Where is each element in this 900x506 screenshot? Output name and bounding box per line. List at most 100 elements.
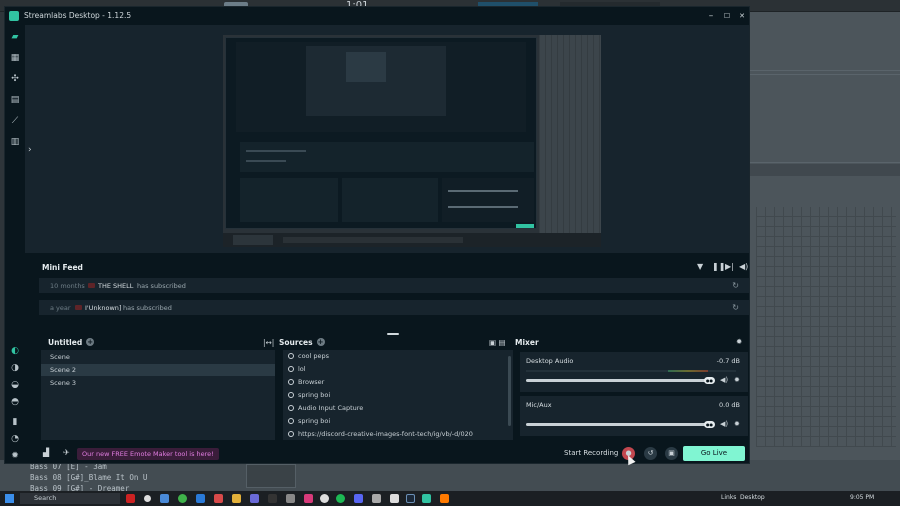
source-item[interactable]: Browser: [283, 376, 507, 389]
app-icon[interactable]: [440, 494, 449, 503]
app-icon[interactable]: [196, 494, 205, 503]
app-icon[interactable]: [160, 494, 169, 503]
minimize-button[interactable]: –: [704, 10, 718, 22]
feed-item: a year I'Unknown] has subscribed ↻: [39, 300, 749, 315]
gear-icon[interactable]: ✹: [734, 376, 740, 384]
performance-icon[interactable]: ▟: [43, 448, 49, 457]
steam-icon[interactable]: [406, 494, 415, 503]
volume-slider-knob[interactable]: ●●: [704, 377, 715, 384]
links-toolbar[interactable]: Links: [721, 494, 736, 501]
add-source-icon[interactable]: +: [316, 338, 325, 346]
editor-icon[interactable]: ▰: [9, 31, 21, 43]
go-live-button[interactable]: Go Live: [683, 446, 745, 461]
app-icon[interactable]: [126, 494, 135, 503]
task-view-icon[interactable]: [144, 495, 151, 502]
mixer-title: Mixer: [515, 338, 539, 347]
highlight-icon[interactable]: ◑: [9, 362, 21, 374]
footer-bar: ▟ ✈ Our new FREE Emote Maker tool is her…: [25, 443, 749, 463]
app-icon[interactable]: [286, 494, 295, 503]
scene-item[interactable]: Scene 3: [41, 377, 275, 389]
discord-icon[interactable]: [354, 494, 363, 503]
source-item[interactable]: spring boi: [283, 389, 507, 402]
source-item[interactable]: cool peps: [283, 350, 507, 363]
volume-slider-knob[interactable]: ●●: [704, 421, 715, 428]
studio-mode-icon[interactable]: ▮: [9, 416, 21, 428]
add-scene-icon[interactable]: +: [86, 338, 95, 346]
source-item[interactable]: Audio Input Capture: [283, 402, 507, 415]
cloud-icon[interactable]: ◒: [9, 379, 21, 391]
clock[interactable]: 9:05 PM: [850, 494, 874, 501]
gear-icon[interactable]: ✹: [736, 337, 742, 346]
repeat-icon[interactable]: ↻: [732, 281, 739, 290]
source-item[interactable]: lol: [283, 363, 507, 376]
volume-slider[interactable]: [526, 379, 712, 382]
sources-scrollbar[interactable]: [508, 356, 511, 426]
app-icon[interactable]: [214, 494, 223, 503]
app-icon[interactable]: [250, 494, 259, 503]
volume-meter: [526, 414, 736, 416]
volume-slider[interactable]: [526, 423, 712, 426]
transition-icon[interactable]: |↔|: [263, 338, 274, 347]
channel-db: 0.0 dB: [719, 401, 740, 409]
repeat-icon[interactable]: ↻: [732, 303, 739, 312]
source-item[interactable]: spring boi: [283, 415, 507, 428]
feed-item: 10 months THE SHELL has subscribed ↻: [39, 278, 749, 293]
app-icon[interactable]: [320, 494, 329, 503]
scene-item-selected[interactable]: Scene 2: [41, 364, 275, 376]
windows-start-icon[interactable]: [5, 494, 14, 503]
folder-icon[interactable]: ▣ ▤: [489, 338, 506, 347]
app-icon[interactable]: [372, 494, 381, 503]
close-button[interactable]: ✕: [735, 10, 749, 22]
globe-icon: [288, 431, 294, 437]
spotify-icon[interactable]: [336, 494, 345, 503]
scene-collection-title[interactable]: Untitled: [48, 338, 82, 347]
mini-feed: Mini Feed ▼ ❚❚ ▶| ◀) 10 months THE SHELL…: [39, 259, 749, 325]
megaphone-icon[interactable]: ✈: [63, 448, 70, 457]
emote-maker-promo[interactable]: Our new FREE Emote Maker tool is here!: [77, 448, 219, 460]
skip-icon[interactable]: ▶|: [725, 262, 734, 271]
chrome-icon[interactable]: [178, 494, 187, 503]
subscriber-badge-icon: [88, 283, 95, 288]
daw-track[interactable]: Bass 08 [G#]_Blame It On U: [30, 473, 147, 482]
volume-meter: [526, 370, 736, 372]
mixer-channel: Desktop Audio -0.7 dB ●● ◀) ✹: [520, 352, 748, 392]
volume-icon[interactable]: ◀): [739, 262, 748, 271]
feed-name: I'Unknown]: [85, 304, 122, 312]
dashboard-icon[interactable]: ◐: [9, 345, 21, 357]
scenes-header: Untitled +: [48, 338, 95, 347]
source-item[interactable]: https://discord-creative-images-font-tec…: [283, 428, 507, 440]
desktop-toolbar[interactable]: Desktop: [740, 494, 765, 501]
taskbar-search[interactable]: Search: [20, 493, 120, 504]
app-icon[interactable]: [268, 494, 277, 503]
daw-playlist: [748, 12, 900, 482]
speaker-icon[interactable]: ◀): [720, 376, 728, 384]
library-icon[interactable]: ▦: [9, 52, 21, 64]
gear-icon[interactable]: ✹: [734, 420, 740, 428]
layout-icon[interactable]: ◓: [9, 396, 21, 408]
resize-handle[interactable]: [387, 333, 399, 335]
replay-buffer-icon[interactable]: ↺: [644, 447, 657, 460]
folder-icon[interactable]: [232, 494, 241, 503]
pause-icon[interactable]: ❚❚: [712, 262, 725, 271]
daw-track-list: Bass 07 [E] - 3am Bass 08 [G#]_Blame It …: [0, 460, 900, 494]
apps-icon[interactable]: ▥: [9, 136, 21, 148]
chevron-right-icon[interactable]: ›: [28, 145, 32, 155]
start-recording-label[interactable]: Start Recording: [564, 449, 618, 457]
speaker-icon[interactable]: ◀): [720, 420, 728, 428]
stats-icon[interactable]: ⟋: [9, 115, 21, 127]
subscriber-badge-icon: [75, 305, 82, 310]
help-icon[interactable]: ◔: [9, 433, 21, 445]
stream-preview[interactable]: [223, 35, 601, 247]
tools-icon[interactable]: ✣: [9, 73, 21, 85]
filter-icon[interactable]: ▼: [697, 262, 703, 271]
schedule-icon[interactable]: ▣: [665, 447, 678, 460]
app-icon[interactable]: [304, 494, 313, 503]
sources-list: cool peps lol Browser spring boi Audio I…: [283, 350, 513, 440]
scene-item[interactable]: Scene: [41, 351, 275, 363]
source-type-icon: [288, 392, 294, 398]
store-icon[interactable]: ▤: [9, 94, 21, 106]
maximize-button[interactable]: ☐: [720, 10, 734, 22]
settings-icon[interactable]: ✹: [9, 450, 21, 462]
streamlabs-icon[interactable]: [422, 494, 431, 503]
app-icon[interactable]: [390, 494, 399, 503]
